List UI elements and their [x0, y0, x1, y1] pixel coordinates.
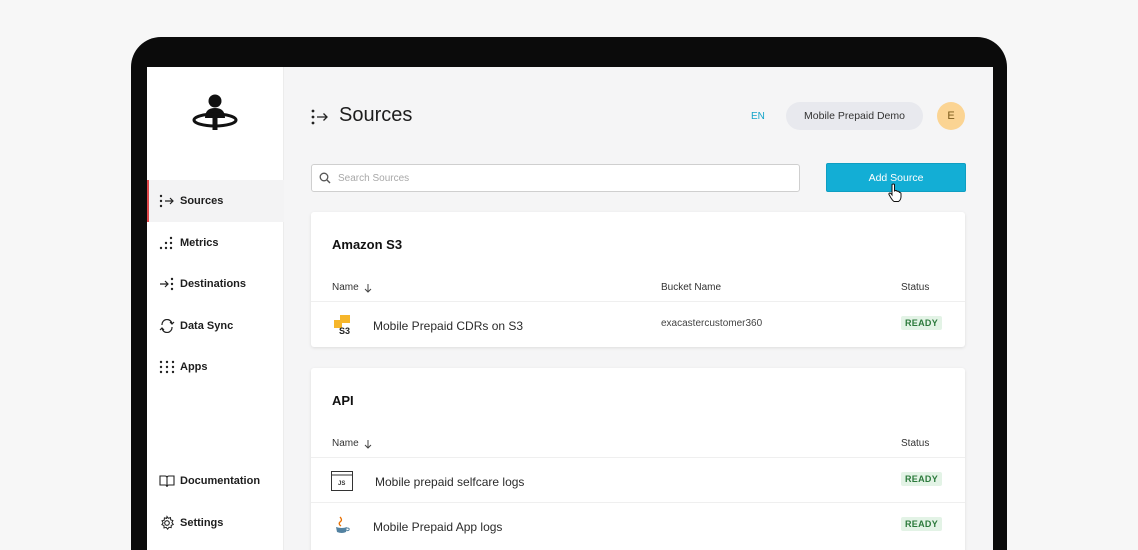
sources-icon — [311, 109, 328, 125]
status-badge: READY — [901, 517, 943, 531]
svg-text:S3: S3 — [339, 326, 350, 336]
sidebar-item-label: Sources — [180, 195, 224, 207]
workspace-selector[interactable]: Mobile Prepaid Demo — [786, 102, 923, 130]
data-sync-icon — [159, 318, 175, 334]
hand-cursor-icon — [888, 183, 902, 202]
search-icon — [319, 172, 331, 184]
status-badge: READY — [901, 316, 943, 330]
search-input[interactable] — [338, 172, 778, 184]
sidebar-item-sources[interactable]: Sources — [147, 180, 284, 222]
status-badge: READY — [901, 472, 943, 486]
metrics-icon — [159, 235, 175, 251]
app-logo-icon — [192, 94, 238, 130]
group-title: API — [332, 393, 354, 408]
source-group-amazon-s3: Amazon S3 Name Bucket Name Status S3 Mob… — [311, 212, 965, 347]
page-title: Sources — [339, 104, 413, 126]
app-screen: Sources Metrics Destinations Data Sync A… — [147, 67, 993, 550]
sidebar-item-data-sync[interactable]: Data Sync — [147, 305, 284, 347]
sidebar-item-label: Settings — [180, 517, 224, 529]
avatar[interactable]: E — [937, 102, 965, 130]
sidebar-item-label: Documentation — [180, 475, 261, 487]
sidebar-item-label: Metrics — [180, 237, 219, 249]
sidebar-item-apps[interactable]: Apps — [147, 346, 284, 388]
source-name[interactable]: Mobile Prepaid CDRs on S3 — [373, 319, 523, 333]
language-switch[interactable]: EN — [751, 111, 765, 122]
source-group-api: API Name Status JS Mobile prepaid selfca… — [311, 368, 965, 550]
source-name[interactable]: Mobile Prepaid App logs — [373, 520, 502, 534]
java-icon — [336, 516, 350, 533]
column-header-bucket: Bucket Name — [661, 282, 722, 293]
source-name[interactable]: Mobile prepaid selfcare logs — [375, 475, 524, 489]
sidebar-item-label: Destinations — [180, 278, 247, 290]
sidebar-item-label: Apps — [180, 361, 208, 373]
group-title: Amazon S3 — [332, 237, 403, 252]
sort-arrow-down-icon[interactable] — [363, 283, 373, 293]
svg-text:JS: JS — [338, 481, 345, 487]
column-header-name[interactable]: Name — [332, 438, 373, 449]
search-box[interactable] — [311, 164, 800, 192]
sort-arrow-down-icon[interactable] — [363, 439, 373, 449]
destinations-icon — [159, 276, 175, 292]
table-row[interactable]: Mobile Prepaid App logs READY — [311, 502, 965, 547]
sidebar-item-label: Data Sync — [180, 320, 234, 332]
column-header-status: Status — [901, 438, 930, 449]
sidebar-item-documentation[interactable]: Documentation — [147, 460, 284, 502]
sidebar-item-settings[interactable]: Settings — [147, 502, 284, 544]
column-header-status: Status — [901, 282, 930, 293]
apps-icon — [159, 359, 175, 375]
aws-s3-icon: S3 — [334, 315, 350, 336]
bucket-name: exacastercustomer360 — [661, 318, 763, 329]
gear-icon — [159, 515, 175, 531]
table-row[interactable]: S3 Mobile Prepaid CDRs on S3 exacastercu… — [311, 301, 965, 346]
sources-icon — [159, 193, 175, 209]
book-icon — [159, 473, 175, 489]
sidebar: Sources Metrics Destinations Data Sync A… — [147, 67, 284, 550]
table-row[interactable]: JS Mobile prepaid selfcare logs READY — [311, 457, 965, 502]
javascript-file-icon: JS — [331, 471, 353, 491]
sidebar-item-destinations[interactable]: Destinations — [147, 263, 284, 305]
column-header-name[interactable]: Name — [332, 282, 373, 293]
sidebar-item-metrics[interactable]: Metrics — [147, 222, 284, 264]
